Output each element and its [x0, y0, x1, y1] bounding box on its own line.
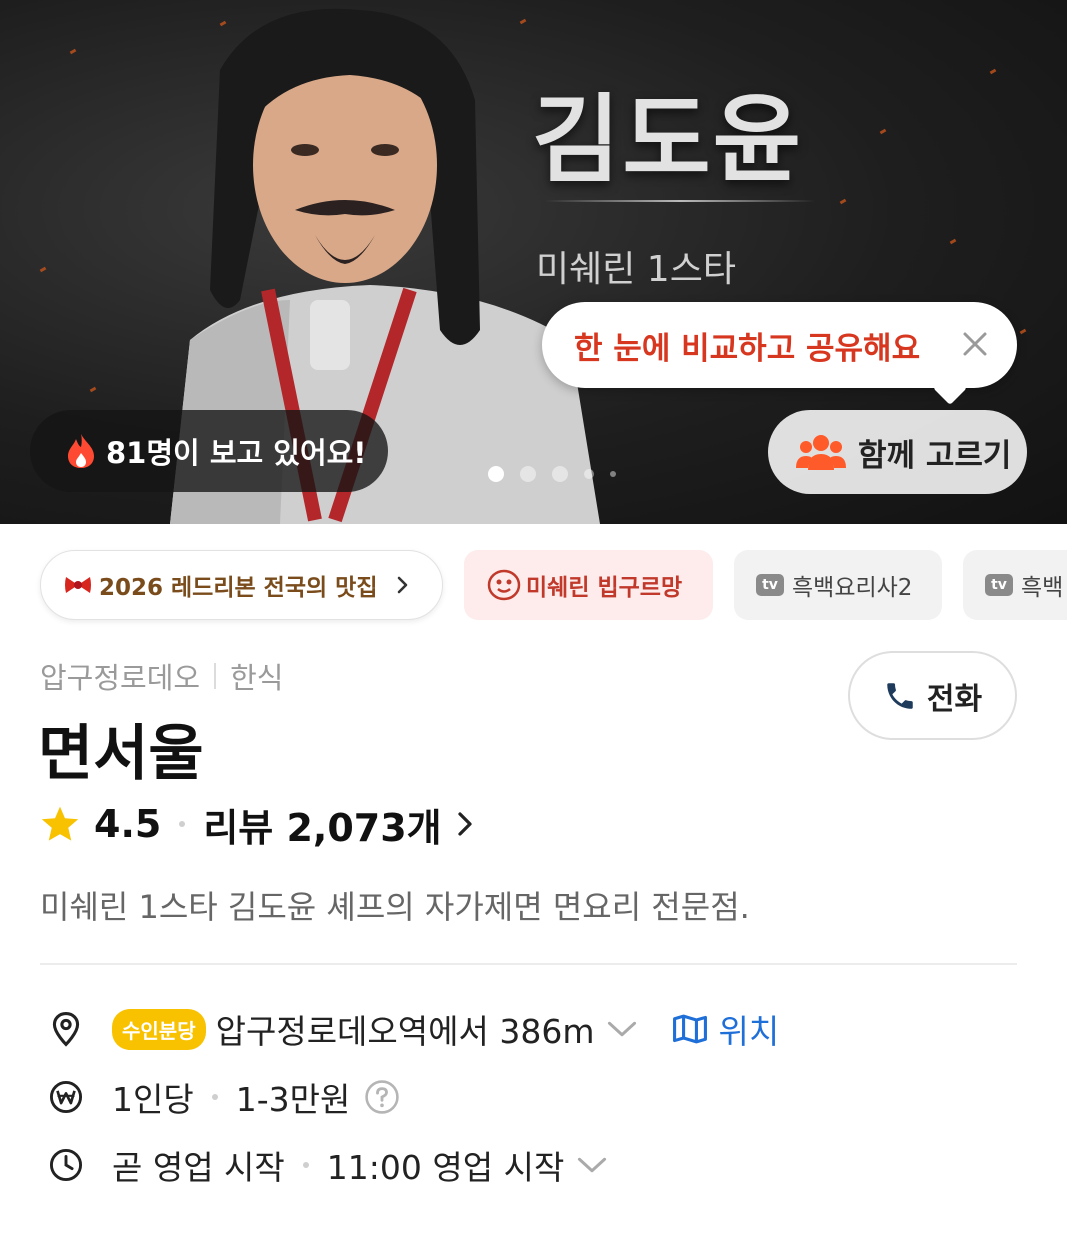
restaurant-description: 미쉐린 1스타 김도윤 셰프의 자가제면 면요리 전문점.: [40, 888, 750, 926]
location-map-link[interactable]: 위치: [672, 1005, 779, 1053]
chip-label: 흑백요리사2: [792, 575, 913, 601]
viewer-count-pill: 81명이 보고 있어요!: [30, 410, 388, 492]
price-range: 1-3만원: [235, 1080, 351, 1119]
hours-status: 곧 영업 시작: [112, 1148, 285, 1187]
location-row: 수인분당 압구정로데오역에서 386m 위치: [48, 1004, 779, 1054]
hours-time: 11:00 영업 시작: [326, 1148, 565, 1187]
chip-michelin-bib[interactable]: 미쉐린 빕구르망: [464, 550, 713, 620]
price-row: 1인당 1-3만원: [48, 1072, 400, 1122]
michelin-bib-icon: [487, 569, 521, 601]
map-icon: [673, 1014, 708, 1044]
ember-decoration: [879, 128, 887, 135]
carousel-dot-active[interactable]: [488, 466, 504, 482]
chip-black-white-chef-2[interactable]: tv 흑백요리사2: [734, 550, 942, 620]
call-label: 전화: [926, 681, 983, 717]
won-currency-icon: [48, 1079, 84, 1115]
ember-decoration: [1019, 328, 1027, 335]
carousel-dot[interactable]: [520, 466, 536, 482]
close-icon[interactable]: [955, 324, 995, 364]
chip-label: 흑백: [1021, 575, 1064, 601]
badge-chip-row[interactable]: 2026 레드리본 전국의 맛집 미쉐린 빕구르망 tv 흑백요리사2 tv 흑…: [0, 550, 1067, 620]
compare-share-tooltip: 한 눈에 비교하고 공유해요: [542, 302, 1017, 388]
chip-label: 미쉐린 빕구르망: [526, 575, 683, 601]
viewer-count-text: 81명이 보고 있어요!: [106, 436, 367, 470]
tv-icon: tv: [985, 574, 1013, 596]
chip-label: 2026 레드리본 전국의 맛집: [99, 575, 378, 601]
ember-decoration: [89, 386, 97, 393]
chevron-right-icon: [398, 576, 408, 594]
chip-red-ribbon[interactable]: 2026 레드리본 전국의 맛집: [40, 550, 443, 620]
carousel-dot[interactable]: [610, 471, 616, 477]
chip-black-white-chef[interactable]: tv 흑백: [963, 550, 1067, 620]
hours-row[interactable]: 곧 영업 시작 11:00 영업 시작: [48, 1140, 608, 1190]
carousel-dot[interactable]: [584, 469, 594, 479]
rating-value: 4.5: [94, 802, 162, 846]
location-pin-icon: [48, 1011, 84, 1047]
hero-banner[interactable]: 김도윤 미쉐린 1스타 한 눈에 비교하고 공유해요 81명이 보고 있어요!: [0, 0, 1067, 524]
rating-row[interactable]: 4.5 리뷰 2,073개: [40, 797, 478, 851]
ember-decoration: [69, 48, 77, 55]
separator-dot: [302, 1162, 309, 1168]
subway-line-badge: 수인분당: [112, 1008, 206, 1050]
phone-icon: [887, 682, 913, 709]
hero-subtitle: 미쉐린 1스타: [536, 249, 736, 290]
group-icon: [796, 435, 846, 470]
category-separator: [214, 663, 217, 689]
call-button[interactable]: 전화: [848, 651, 1017, 740]
chevron-right-icon[interactable]: [452, 809, 478, 839]
star-icon: [41, 806, 79, 841]
ember-decoration: [39, 266, 47, 273]
fire-icon: [68, 434, 94, 468]
separator-dot: [179, 821, 186, 827]
tooltip-text: 한 눈에 비교하고 공유해요: [574, 330, 921, 367]
price-label: 1인당: [112, 1080, 194, 1119]
review-count[interactable]: 리뷰 2,073개: [203, 797, 441, 852]
restaurant-name: 면서울: [38, 719, 204, 789]
category-line: 압구정로데오 한식: [40, 655, 283, 697]
carousel-indicator: [488, 466, 616, 482]
ember-decoration: [949, 238, 957, 245]
ember-decoration: [839, 198, 847, 205]
location-label: 위치: [718, 1012, 780, 1051]
ember-decoration: [989, 68, 997, 75]
choose-together-button[interactable]: 함께 고르기: [768, 410, 1027, 494]
choose-together-label: 함께 고르기: [858, 437, 1012, 474]
price-content: 1인당 1-3만원: [112, 1073, 400, 1121]
chevron-down-icon[interactable]: [606, 1019, 638, 1039]
clock-icon: [48, 1147, 84, 1183]
area-label: 압구정로데오: [40, 661, 201, 695]
location-content: 수인분당 압구정로데오역에서 386m 위치: [112, 1005, 779, 1053]
hero-divider: [545, 200, 815, 202]
cuisine-label: 한식: [230, 661, 284, 695]
hours-content: 곧 영업 시작 11:00 영업 시작: [112, 1141, 608, 1189]
chevron-down-icon[interactable]: [576, 1155, 608, 1175]
help-icon[interactable]: [364, 1079, 400, 1115]
carousel-dot[interactable]: [552, 466, 568, 482]
tv-icon: tv: [756, 574, 784, 596]
distance-text[interactable]: 압구정로데오역에서 386m: [216, 1005, 595, 1053]
hero-chef-name: 김도윤: [532, 84, 803, 196]
section-divider: [40, 963, 1017, 965]
separator-dot: [211, 1094, 218, 1100]
red-ribbon-icon: [65, 577, 91, 593]
